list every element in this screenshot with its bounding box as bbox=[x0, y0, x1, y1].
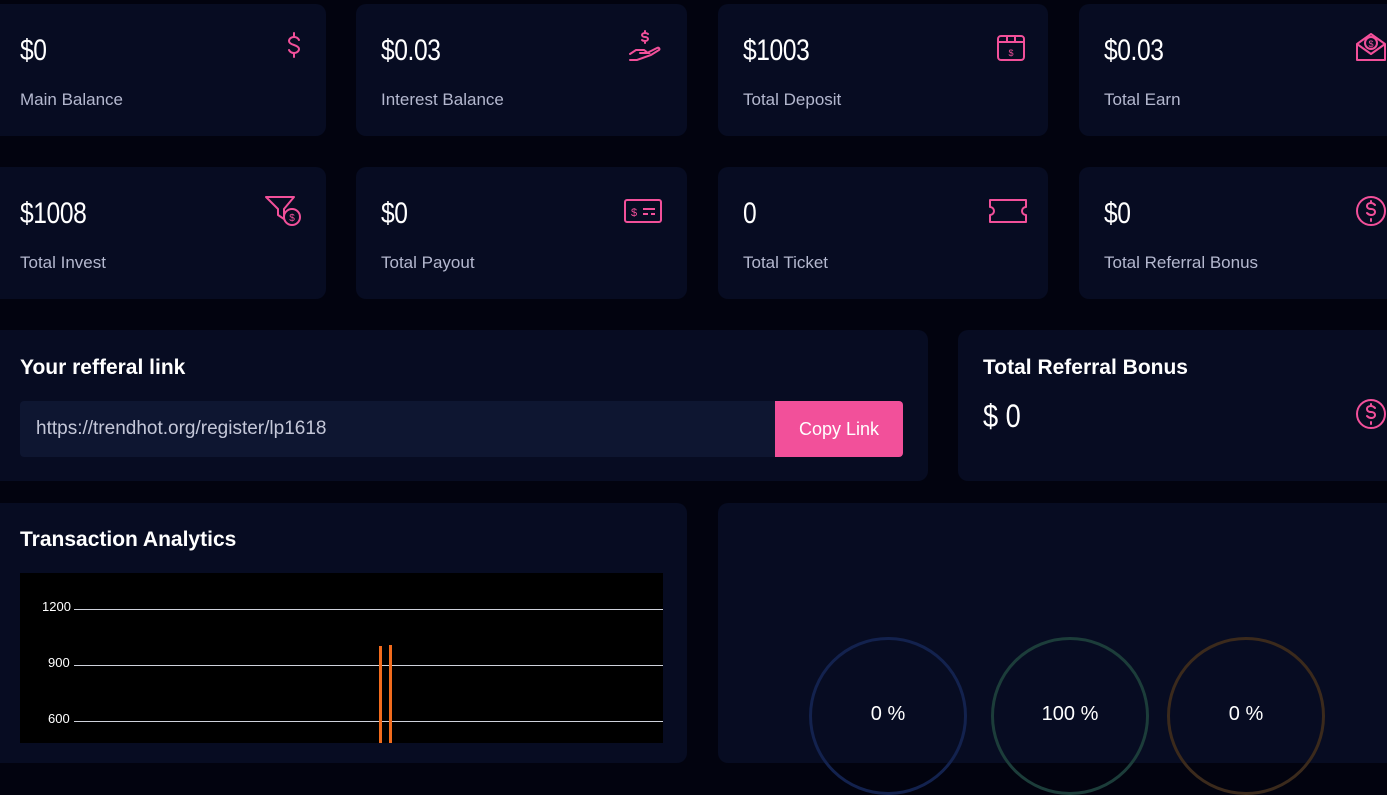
stat-card-interest-balance: $0.03 Interest Balance bbox=[356, 4, 687, 136]
svg-text:$: $ bbox=[631, 207, 637, 219]
svg-text:$: $ bbox=[1368, 39, 1373, 49]
copy-link-button[interactable]: Copy Link bbox=[775, 401, 903, 457]
stat-label: Total Deposit bbox=[743, 90, 842, 109]
ring-label: 100 % bbox=[1041, 703, 1099, 725]
y-tick-label: 1200 bbox=[42, 599, 71, 614]
dollar-icon bbox=[274, 28, 314, 68]
y-tick-label: 900 bbox=[48, 655, 70, 670]
stat-label: Total Invest bbox=[20, 253, 106, 272]
stat-label: Main Balance bbox=[20, 90, 124, 109]
ring-label: 0 % bbox=[870, 703, 906, 725]
ticket-icon bbox=[988, 191, 1028, 231]
dollar-circle-icon bbox=[1351, 191, 1387, 231]
stat-value: $0 bbox=[381, 197, 408, 230]
stat-label: Interest Balance bbox=[381, 90, 504, 109]
stat-label: Total Earn bbox=[1104, 90, 1181, 109]
transaction-chart: 1200 900 600 bbox=[20, 573, 663, 743]
chart-bar bbox=[389, 644, 392, 743]
stat-value: 0 bbox=[743, 197, 757, 230]
dollar-circle-icon bbox=[1351, 394, 1387, 434]
stat-label: Total Referral Bonus bbox=[1104, 253, 1259, 272]
stat-value: $1003 bbox=[743, 34, 810, 67]
stat-card-total-deposit: $1003 Total Deposit $ bbox=[718, 4, 1048, 136]
stat-card-main-balance: $0 Main Balance bbox=[0, 4, 326, 136]
referral-link-input[interactable] bbox=[20, 401, 775, 457]
envelope-coin-icon: $ bbox=[1351, 28, 1387, 68]
svg-text:$: $ bbox=[1008, 48, 1013, 58]
chart-bar bbox=[379, 645, 382, 743]
stat-card-total-earn: $0.03 Total Earn $ bbox=[1079, 4, 1387, 136]
stat-card-total-referral-bonus: $0 Total Referral Bonus bbox=[1079, 167, 1387, 299]
funnel-coin-icon: $ bbox=[264, 191, 304, 231]
progress-rings-card: 0 % 100 % 0 % bbox=[718, 503, 1387, 795]
stat-card-total-ticket: 0 Total Ticket bbox=[718, 167, 1048, 299]
stat-card-total-invest: $1008 Total Invest $ bbox=[0, 167, 326, 299]
deposit-box-icon: $ bbox=[991, 28, 1031, 68]
card-icon: $ bbox=[624, 191, 664, 231]
analytics-title: Transaction Analytics bbox=[20, 528, 237, 551]
grid-line bbox=[74, 609, 663, 610]
referral-link-title: Your refferal link bbox=[20, 356, 186, 379]
y-tick-label: 600 bbox=[48, 711, 70, 726]
grid-line bbox=[74, 721, 663, 722]
hand-coin-icon bbox=[626, 28, 666, 68]
referral-link-card: Your refferal link Copy Link bbox=[0, 330, 928, 481]
referral-bonus-title: Total Referral Bonus bbox=[983, 356, 1188, 379]
stat-label: Total Ticket bbox=[743, 253, 829, 272]
ring-label: 0 % bbox=[1228, 703, 1264, 725]
referral-bonus-card: Total Referral Bonus $ 0 bbox=[958, 330, 1387, 481]
referral-bonus-value: $ 0 bbox=[983, 398, 1021, 434]
stat-label: Total Payout bbox=[381, 253, 475, 272]
stat-card-total-payout: $0 Total Payout $ bbox=[356, 167, 687, 299]
stat-value: $1008 bbox=[20, 197, 87, 230]
grid-line bbox=[74, 665, 663, 666]
svg-text:$: $ bbox=[289, 213, 295, 224]
stat-value: $0.03 bbox=[1104, 34, 1164, 67]
stat-value: $0 bbox=[1104, 197, 1131, 230]
stat-value: $0.03 bbox=[381, 34, 441, 67]
stat-value: $0 bbox=[20, 34, 47, 67]
transaction-analytics-card: Transaction Analytics 1200 900 600 bbox=[0, 503, 687, 763]
